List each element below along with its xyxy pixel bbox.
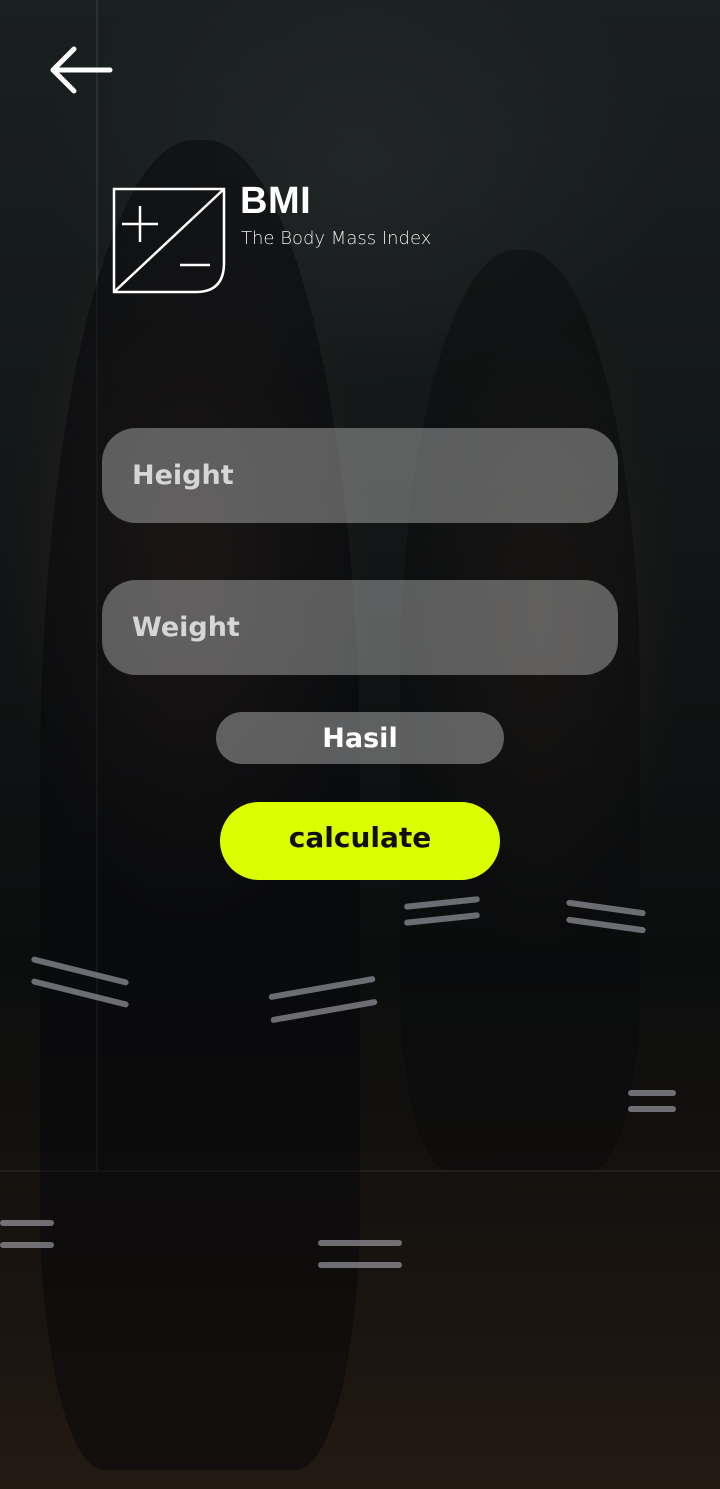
app-title: BMI — [240, 180, 312, 222]
legging-stripe — [318, 1240, 402, 1246]
app-subtitle: The Body Mass Index — [241, 228, 432, 249]
legging-stripe — [318, 1262, 402, 1268]
legging-stripe — [628, 1090, 676, 1096]
weight-input[interactable] — [102, 580, 618, 675]
result-label: Hasil — [322, 722, 398, 754]
arrow-left-icon — [44, 40, 118, 100]
athlete-reflection-silhouette — [400, 250, 640, 1170]
back-button[interactable] — [44, 40, 118, 100]
legging-stripe — [0, 1220, 54, 1226]
height-input[interactable] — [102, 428, 618, 523]
calculate-button[interactable]: calculate — [220, 802, 500, 880]
plus-minus-icon — [112, 187, 226, 294]
result-display: Hasil — [216, 712, 504, 764]
legging-stripe — [628, 1106, 676, 1112]
legging-stripe — [0, 1242, 54, 1248]
calculate-button-label: calculate — [288, 820, 432, 854]
